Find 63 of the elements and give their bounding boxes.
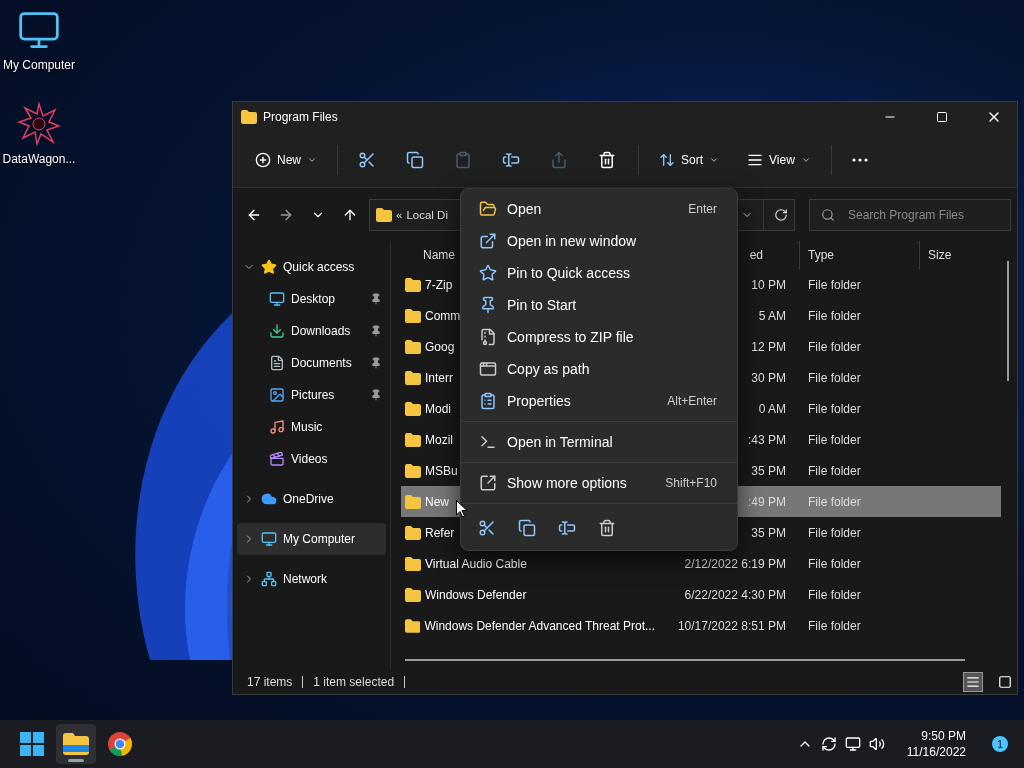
date-cell-text: 10 PM: [750, 277, 787, 292]
menu-item-label: Properties: [507, 393, 572, 409]
file-name: Goog: [425, 339, 455, 354]
menu-item-label: Open in Terminal: [507, 434, 614, 450]
sidebar-label: Network: [283, 572, 328, 586]
item-count: 17 items: [247, 675, 304, 688]
type-cell-text: File folder: [807, 277, 862, 292]
sidebar-label: OneDrive: [283, 492, 335, 506]
selection-count: 1 item selected: [313, 675, 406, 688]
date-cell-text: 30 PM: [750, 370, 787, 385]
file-name: New: [425, 494, 449, 509]
menu-item-label: Open: [507, 201, 543, 217]
sidebar-label: Documents: [291, 356, 353, 370]
type-cell-text: File folder: [807, 618, 862, 633]
menu-item-label: Copy as path: [507, 361, 591, 377]
file-name: Mozil: [425, 432, 453, 447]
date-cell-text: 35 PM: [750, 463, 787, 478]
date-cell-text: 6/22/2022 4:30 PM: [683, 587, 787, 602]
sidebar-label: Desktop: [291, 292, 337, 306]
menu-item-label: Open in new window: [507, 233, 638, 249]
date-cell-text: :43 PM: [747, 432, 787, 447]
file-name: Refer: [425, 525, 455, 540]
sidebar-label: Videos: [291, 452, 329, 466]
type-cell-text: File folder: [807, 370, 862, 385]
sidebar-label: Downloads: [291, 324, 352, 338]
type-cell-text: File folder: [807, 494, 862, 509]
window-title: Program Files: [263, 110, 339, 124]
file-name: Virtual Audio Cable: [425, 556, 527, 571]
menu-item-label: Pin to Quick access: [507, 265, 631, 281]
menu-shortcut: Shift+F10: [665, 476, 717, 490]
date-cell-text: 0 AM: [757, 401, 787, 416]
type-cell-text: File folder: [807, 525, 862, 540]
date-cell-text: :49 PM: [747, 494, 787, 509]
menu-item-label: Show more options: [507, 475, 628, 491]
menu-shortcut: Alt+Enter: [667, 394, 717, 408]
sidebar-label: Pictures: [291, 388, 336, 402]
sidebar-label: Music: [291, 420, 324, 434]
file-name: Interr: [425, 370, 453, 385]
menu-shortcut: Enter: [688, 202, 717, 216]
type-cell-text: File folder: [807, 587, 862, 602]
file-name: 7-Zip: [425, 277, 453, 292]
type-cell-text: File folder: [807, 432, 862, 447]
menu-item-label: Pin to Start: [507, 297, 578, 313]
clock-time: 9:50 PM: [921, 728, 966, 744]
file-name: Comm: [425, 308, 461, 323]
file-name: Windows Defender Advanced Threat Prot...: [424, 618, 655, 633]
file-name: MSBu: [425, 463, 458, 478]
menu-item-label: Compress to ZIP file: [507, 329, 635, 345]
clock-date: 11/16/2022: [906, 744, 966, 760]
sidebar-label: Quick access: [283, 260, 356, 274]
type-cell-text: File folder: [807, 401, 862, 416]
date-cell-text: 12 PM: [750, 339, 787, 354]
date-cell-text: 2/12/2022 6:19 PM: [683, 556, 787, 571]
type-cell-text: File folder: [807, 556, 862, 571]
type-cell-text: File folder: [807, 339, 862, 354]
file-name: Modi: [425, 401, 451, 416]
date-cell-text: 10/17/2022 8:51 PM: [676, 618, 787, 633]
sidebar-label: My Computer: [283, 532, 357, 546]
file-name: Windows Defender: [425, 587, 527, 602]
date-cell-text: 5 AM: [757, 308, 787, 323]
type-cell-text: File folder: [807, 463, 862, 478]
type-cell-text: File folder: [807, 308, 862, 323]
date-cell-text: 35 PM: [750, 525, 787, 540]
